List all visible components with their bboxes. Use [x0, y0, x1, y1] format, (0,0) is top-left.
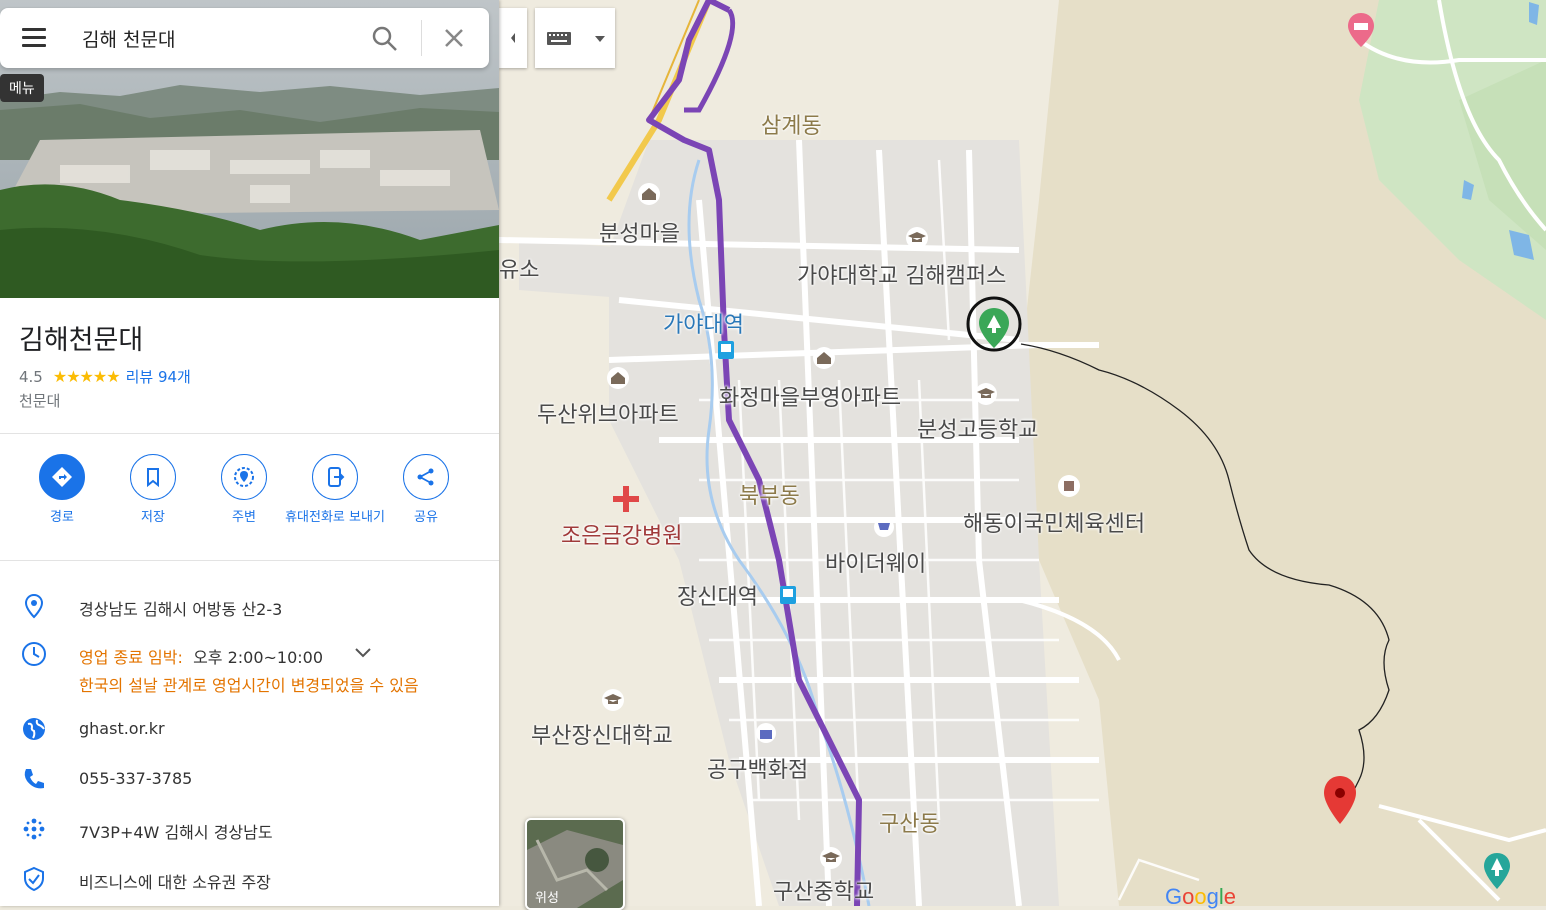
search-box: [0, 8, 489, 68]
plus-code-row[interactable]: 7V3P+4W 김해시 경상남도: [0, 810, 499, 846]
rating-row: 4.5 ★★★★★ 리뷰 94개: [19, 366, 191, 387]
map-label-joeun-hospital[interactable]: 조은금강병원: [561, 518, 682, 550]
rating-stars-icon: ★★★★★: [52, 367, 121, 386]
plus-code-text: 7V3P+4W 김해시 경상남도: [79, 823, 273, 842]
hours-status: 영업 종료 임박:: [79, 648, 183, 667]
hours-notice: 한국의 설날 관계로 영업시간이 변경되었을 수 있음: [79, 676, 419, 695]
google-logo: Google: [1165, 884, 1237, 909]
search-button[interactable]: [370, 24, 404, 54]
map-label-bunseong-high[interactable]: 분성고등학교: [917, 412, 1038, 444]
reviews-link[interactable]: 리뷰 94개: [126, 366, 191, 387]
satellite-label: 위성: [535, 891, 559, 906]
chevron-left-icon: [511, 33, 515, 43]
map-label-gaya-station[interactable]: 가야대역: [663, 307, 744, 339]
place-category[interactable]: 천문대: [19, 390, 60, 411]
map-label-hwajeong-apt[interactable]: 화정마을부영아파트: [719, 380, 901, 412]
send-to-phone-label: 휴대전화로 보내기: [285, 510, 385, 525]
rating-value: 4.5: [19, 367, 43, 386]
search-input[interactable]: [80, 22, 344, 54]
nearby-label: 주변: [232, 510, 256, 525]
home-poi-icon[interactable]: [812, 346, 836, 370]
transit-station-icon[interactable]: [779, 585, 797, 605]
place-panel: 메뉴 김해천문대 4.5 ★★★★★ 리뷰 94개 천문대 경로 저장 주변 휴…: [0, 0, 499, 906]
shield-check-icon: [24, 866, 44, 892]
directions-label: 경로: [50, 510, 74, 525]
share-icon: [403, 454, 449, 500]
map-label-biderway[interactable]: 바이더웨이: [825, 546, 926, 578]
satellite-layer-toggle[interactable]: 위성: [525, 818, 625, 910]
share-button[interactable]: 공유: [376, 454, 476, 527]
claim-business-row[interactable]: 비즈니스에 대한 소유권 주장: [0, 860, 499, 896]
website-row[interactable]: ghast.or.kr: [0, 710, 499, 746]
hospital-poi-icon[interactable]: [611, 484, 641, 514]
phone-row[interactable]: 055-337-3785: [0, 760, 499, 796]
map-label-gusan-middle[interactable]: 구산중학교: [773, 874, 874, 906]
map-label-jangsin-station[interactable]: 장신대역: [677, 579, 758, 611]
map-label-yuso[interactable]: 유소: [499, 252, 539, 284]
map-label-bunseong-village[interactable]: 분성마을: [599, 216, 680, 248]
park-pin-icon[interactable]: [977, 306, 1011, 350]
directions-button[interactable]: 경로: [12, 454, 112, 527]
home-poi-icon[interactable]: [637, 182, 661, 206]
phone-text: 055-337-3785: [79, 769, 193, 788]
address-row[interactable]: 경상남도 김해시 어방동 산2-3: [0, 587, 499, 623]
location-pin-icon: [24, 593, 44, 619]
park-poi-icon[interactable]: [1483, 852, 1511, 890]
map-label-haedongi-center[interactable]: 해동이국민체육센터: [963, 506, 1145, 538]
hours-row[interactable]: 영업 종료 임박: 오후 2:00~10:00: [0, 635, 499, 671]
place-title: 김해천문대: [19, 325, 144, 356]
save-label: 저장: [141, 510, 165, 525]
school-poi-icon[interactable]: [974, 382, 998, 406]
destination-pin-icon[interactable]: [1322, 774, 1358, 826]
map-graphics: [499, 0, 1546, 906]
nearby-button[interactable]: 주변: [194, 454, 294, 527]
hours-range: 오후 2:00~10:00: [193, 648, 324, 667]
website-text: ghast.or.kr: [79, 719, 165, 738]
map-label-gonggu-dept[interactable]: 공구백화점: [707, 752, 808, 784]
close-icon: [445, 29, 463, 47]
keyboard-icon: [547, 32, 605, 45]
clock-icon: [22, 642, 46, 666]
nearby-icon: [221, 454, 267, 500]
input-tools-button[interactable]: [535, 8, 615, 68]
map-label-samgye[interactable]: 삼계동: [761, 108, 822, 140]
home-poi-icon[interactable]: [606, 366, 630, 390]
collapse-panel-button[interactable]: [499, 8, 527, 68]
store-poi-icon[interactable]: [755, 722, 777, 744]
menu-tooltip: 메뉴: [0, 74, 44, 102]
address-text: 경상남도 김해시 어방동 산2-3: [79, 600, 283, 619]
hotel-poi-icon[interactable]: [1347, 12, 1375, 48]
clear-search-button[interactable]: [440, 24, 470, 54]
map-label-bukbu[interactable]: 북부동: [739, 478, 800, 510]
plus-code-icon: [23, 818, 45, 840]
claim-business-text: 비즈니스에 대한 소유권 주장: [79, 873, 271, 892]
map-label-gusan[interactable]: 구산동: [879, 806, 940, 838]
menu-button[interactable]: [12, 24, 56, 52]
save-button[interactable]: 저장: [103, 454, 203, 527]
shopping-poi-icon[interactable]: [873, 516, 895, 538]
sports-poi-icon[interactable]: [1057, 474, 1081, 498]
divider: [0, 433, 499, 434]
map-canvas[interactable]: 삼계동 분성마을 유소 가야대학교 김해캠퍼스 가야대역 화정마을부영아파트 두…: [499, 0, 1546, 906]
globe-icon: [23, 718, 45, 740]
school-poi-icon[interactable]: [905, 226, 929, 250]
map-label-gaya-campus[interactable]: 가야대학교 김해캠퍼스: [797, 258, 1006, 290]
school-poi-icon[interactable]: [819, 846, 843, 870]
send-to-phone-button[interactable]: 휴대전화로 보내기: [285, 454, 385, 527]
map-label-doosan-apt[interactable]: 두산위브아파트: [537, 397, 679, 429]
transit-station-icon[interactable]: [717, 340, 735, 360]
phone-icon: [24, 769, 44, 789]
school-poi-icon[interactable]: [601, 688, 625, 712]
chevron-down-icon[interactable]: [354, 645, 372, 661]
map-label-busan-jangsin-univ[interactable]: 부산장신대학교: [531, 718, 673, 750]
directions-icon: [39, 454, 85, 500]
bookmark-icon: [130, 454, 176, 500]
search-icon: [372, 26, 397, 51]
share-label: 공유: [414, 510, 438, 525]
divider: [0, 560, 499, 561]
send-to-phone-icon: [312, 454, 358, 500]
search-divider: [421, 20, 422, 56]
